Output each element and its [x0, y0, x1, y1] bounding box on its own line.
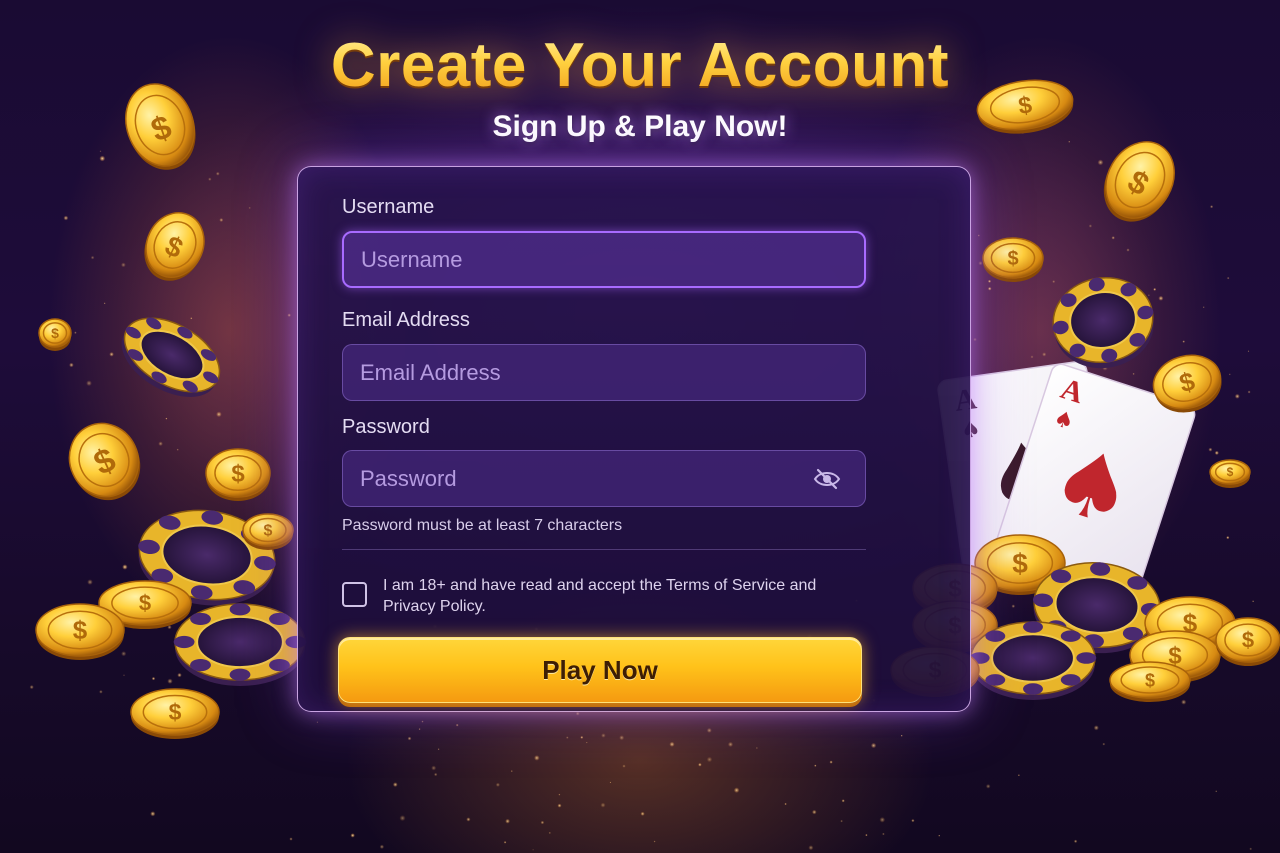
- svg-text:♠: ♠: [1038, 425, 1147, 550]
- username-label: Username: [342, 196, 435, 218]
- svg-text:$: $: [231, 460, 245, 487]
- svg-text:$: $: [1176, 366, 1198, 399]
- email-input[interactable]: [343, 345, 865, 400]
- username-input[interactable]: [344, 233, 864, 286]
- gold-coin-icon: $: [1144, 596, 1236, 653]
- gold-coin-icon: $: [1209, 459, 1251, 488]
- gold-coin-icon: $: [144, 212, 205, 281]
- gold-coin-icon: $: [68, 422, 141, 501]
- gold-coin-icon: $: [1103, 141, 1175, 222]
- svg-text:$: $: [169, 699, 182, 725]
- svg-text:$: $: [51, 325, 59, 341]
- svg-text:$: $: [264, 523, 273, 540]
- svg-text:$: $: [161, 230, 189, 265]
- username-field-wrapper: [342, 231, 866, 288]
- email-field-wrapper: [342, 344, 866, 401]
- svg-text:$: $: [1242, 628, 1254, 653]
- play-now-button[interactable]: Play Now: [338, 637, 862, 703]
- svg-text:A: A: [1057, 372, 1088, 410]
- svg-text:♠: ♠: [979, 420, 1074, 535]
- svg-text:$: $: [1227, 465, 1234, 479]
- poker-chip-icon: [173, 603, 307, 686]
- svg-text:$: $: [73, 615, 88, 645]
- svg-text:♠: ♠: [1050, 406, 1076, 436]
- playing-card-icon: A♠♠: [994, 363, 1196, 597]
- svg-text:$: $: [1012, 548, 1028, 579]
- password-hint: Password must be at least 7 characters: [342, 517, 623, 534]
- svg-text:$: $: [1168, 642, 1182, 669]
- svg-text:$: $: [1007, 248, 1018, 270]
- gold-coin-icon: $: [974, 534, 1066, 595]
- svg-text:$: $: [1183, 608, 1198, 638]
- gold-coin-icon: $: [1215, 617, 1280, 666]
- svg-text:$: $: [88, 441, 121, 483]
- terms-checkbox[interactable]: [342, 582, 367, 607]
- svg-text:$: $: [1122, 163, 1156, 203]
- email-label: Email Address: [342, 309, 470, 331]
- page-subtitle: Sign Up & Play Now!: [492, 110, 788, 143]
- svg-text:$: $: [1145, 670, 1155, 690]
- gold-coin-icon: $: [205, 448, 271, 501]
- password-field-wrapper: [342, 450, 866, 507]
- poker-chip-icon: [1052, 276, 1154, 369]
- gold-coin-icon: $: [1152, 354, 1222, 413]
- poker-chip-icon: [121, 317, 221, 397]
- eye-slash-icon[interactable]: [811, 463, 843, 495]
- gold-coin-icon: $: [98, 580, 192, 629]
- terms-text: I am 18+ and have read and accept the Te…: [383, 577, 817, 615]
- password-label: Password: [342, 416, 430, 438]
- gold-coin-icon: $: [130, 688, 220, 739]
- divider: [342, 549, 866, 550]
- gold-coin-icon: $: [1129, 630, 1221, 683]
- gold-coin-icon: $: [35, 603, 125, 660]
- gold-coin-icon: $: [982, 237, 1044, 282]
- page-title: Create Your Account: [0, 30, 1280, 101]
- poker-chip-icon: [138, 509, 276, 606]
- gold-coin-icon: $: [1109, 661, 1191, 702]
- gold-coin-icon: $: [38, 318, 72, 351]
- password-input[interactable]: [343, 451, 811, 506]
- svg-text:$: $: [139, 591, 151, 616]
- poker-chip-icon: [1032, 562, 1162, 654]
- poker-chip-icon: [969, 621, 1097, 700]
- gold-coin-icon: $: [242, 513, 294, 550]
